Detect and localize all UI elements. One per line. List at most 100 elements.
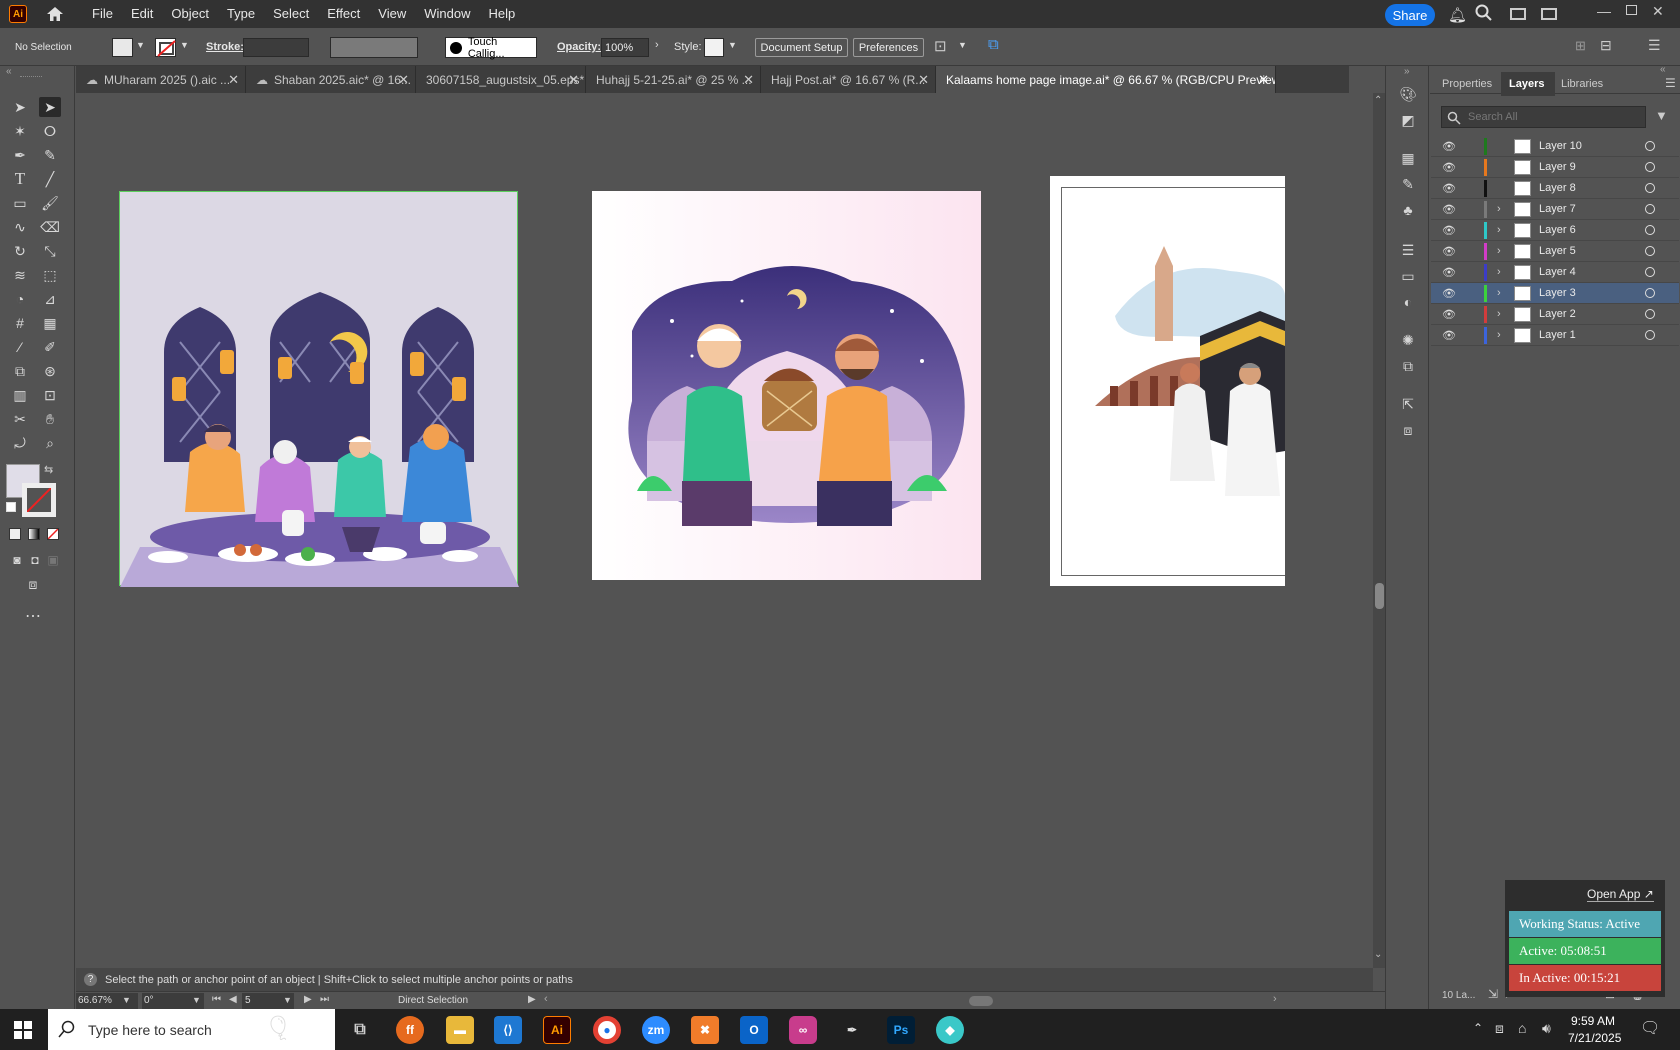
artboard-iftar[interactable] <box>119 191 519 587</box>
help-icon[interactable]: ? <box>84 973 97 986</box>
layer-name[interactable]: Layer 2 <box>1539 308 1576 320</box>
horizontal-scroll-thumb[interactable] <box>969 996 993 1006</box>
creative-cloud-icon[interactable]: ∞ <box>789 1016 817 1044</box>
line-tool-icon[interactable]: ╱ <box>39 169 61 189</box>
target-circle-icon[interactable] <box>1645 162 1655 172</box>
target-circle-icon[interactable] <box>1645 141 1655 151</box>
chevron-down-icon[interactable]: ▼ <box>283 995 292 1005</box>
rectangle-tool-icon[interactable]: ▭ <box>9 193 31 213</box>
target-circle-icon[interactable] <box>1645 267 1655 277</box>
close-icon[interactable]: ✕ <box>1258 72 1269 88</box>
layer-name[interactable]: Layer 10 <box>1539 140 1582 152</box>
chevron-down-icon[interactable]: ▼ <box>136 40 145 50</box>
windows-start-icon[interactable] <box>14 1021 32 1042</box>
default-colors-icon[interactable] <box>6 502 16 512</box>
expand-chevron-icon[interactable]: › <box>1497 224 1501 236</box>
chevron-right-icon[interactable]: › <box>655 39 659 51</box>
menu-type[interactable]: Type <box>218 0 264 28</box>
stroke-color-icon[interactable] <box>22 483 56 517</box>
stroke-weight-field[interactable] <box>243 38 309 57</box>
artboards-panel-icon[interactable]: ⧈ <box>1398 420 1418 440</box>
scale-tool-icon[interactable]: ⤡ <box>39 241 61 261</box>
panel-menu-icon[interactable]: ☰ <box>1648 37 1661 54</box>
slice-tool-icon[interactable]: ✂ <box>9 409 31 429</box>
layer-name[interactable]: Layer 3 <box>1539 287 1576 299</box>
layer-row[interactable]: 👁︎ › Layer 3 <box>1431 283 1679 304</box>
visibility-eye-icon[interactable]: 👁︎ <box>1442 266 1456 279</box>
layer-row[interactable]: 👁︎ › Layer 5 <box>1431 241 1679 262</box>
filter-icon[interactable]: ▼ <box>1655 108 1668 123</box>
rotate-view-tool-icon[interactable]: ⤾ <box>9 433 31 453</box>
menu-object[interactable]: Object <box>162 0 218 28</box>
next-artboard-icon[interactable]: ▶ <box>304 994 312 1005</box>
expand-chevron-icon[interactable]: › <box>1497 329 1501 341</box>
tray-app-icon[interactable]: ⧈ <box>1495 1020 1504 1037</box>
visibility-eye-icon[interactable]: 👁︎ <box>1442 182 1456 195</box>
layer-row[interactable]: 👁︎ › Layer 7 <box>1431 199 1679 220</box>
layer-name[interactable]: Layer 1 <box>1539 329 1576 341</box>
shape-builder-tool-icon[interactable]: ◔ <box>9 289 31 309</box>
selection-tool-icon[interactable]: ➤ <box>9 97 31 117</box>
recolor-artwork-icon[interactable]: ⧉ <box>988 36 999 53</box>
layer-row[interactable]: 👁︎ Layer 10 <box>1431 136 1679 157</box>
close-icon[interactable]: ✕ <box>568 72 579 88</box>
chevron-down-icon[interactable]: ▼ <box>728 40 737 50</box>
visibility-eye-icon[interactable]: 👁︎ <box>1442 140 1456 153</box>
export-icon[interactable]: ⇱ <box>1398 394 1418 414</box>
menu-edit[interactable]: Edit <box>122 0 162 28</box>
color-guide-icon[interactable]: ◩ <box>1398 110 1418 130</box>
opacity-label[interactable]: Opacity: <box>557 41 601 53</box>
search-icon[interactable] <box>1475 4 1493 25</box>
isolate-icon[interactable]: ⊞ <box>1575 38 1586 54</box>
eraser-tool-icon[interactable]: ⌫ <box>39 217 61 237</box>
chevron-down-icon[interactable]: ▼ <box>122 995 131 1005</box>
variable-width-profile[interactable] <box>330 37 418 58</box>
gradient-panel-icon[interactable]: ▭ <box>1398 266 1418 286</box>
visibility-eye-icon[interactable]: 👁︎ <box>1442 245 1456 258</box>
tab-kalaams-home[interactable]: Kalaams home page image.ai* @ 66.67 % (R… <box>936 66 1276 93</box>
gradient-mode-icon[interactable] <box>28 528 40 540</box>
mesh-tool-icon[interactable]: # <box>9 313 31 333</box>
chevron-down-icon[interactable]: ▼ <box>180 40 189 50</box>
expand-chevron-icon[interactable]: › <box>1497 287 1501 299</box>
lasso-tool-icon[interactable]: ⵔ <box>39 121 61 141</box>
xampp-icon[interactable]: ✖ <box>691 1016 719 1044</box>
bell-icon[interactable]: 🔔︎ <box>1448 6 1467 24</box>
pen-app-icon[interactable]: ✒ <box>838 1016 866 1044</box>
color-panel-icon[interactable]: 🎨︎ <box>1398 84 1418 104</box>
workspace-layout-icon[interactable] <box>1510 8 1526 20</box>
menu-help[interactable]: Help <box>479 0 524 28</box>
target-circle-icon[interactable] <box>1645 183 1655 193</box>
tab-hajj-post[interactable]: Hajj Post.ai* @ 16.67 % (R... ✕ <box>761 66 936 93</box>
illustrator-taskbar-icon[interactable]: Ai <box>543 1016 571 1044</box>
type-tool-icon[interactable]: T <box>9 169 31 189</box>
expand-chevron-icon[interactable]: › <box>1497 245 1501 257</box>
column-graph-tool-icon[interactable]: ▥ <box>9 385 31 405</box>
chevron-down-icon[interactable]: ▼ <box>958 40 967 50</box>
arrange-icon[interactable]: ⊟ <box>1600 37 1612 54</box>
layer-row[interactable]: 👁︎ › Layer 6 <box>1431 220 1679 241</box>
network-icon[interactable]: ⌂ <box>1518 1020 1526 1036</box>
home-icon[interactable] <box>45 5 65 23</box>
layer-name[interactable]: Layer 6 <box>1539 224 1576 236</box>
firefox-icon[interactable]: ff <box>396 1016 424 1044</box>
warp-tool-icon[interactable]: ≋ <box>9 265 31 285</box>
menu-file[interactable]: File <box>83 0 122 28</box>
layer-name[interactable]: Layer 5 <box>1539 245 1576 257</box>
chrome-icon[interactable]: ● <box>593 1016 621 1044</box>
volume-icon[interactable]: 🔊︎ <box>1542 1020 1551 1037</box>
clock-time[interactable]: 9:59 AM <box>1571 1014 1615 1028</box>
illustrator-logo-icon[interactable]: Ai <box>9 5 27 23</box>
scroll-thumb[interactable] <box>1375 583 1384 609</box>
restore-window-icon[interactable] <box>1626 5 1637 15</box>
target-circle-icon[interactable] <box>1645 204 1655 214</box>
draw-inside-icon[interactable]: ▣ <box>42 550 64 570</box>
artboard-hajj[interactable] <box>1050 176 1285 586</box>
align-icon[interactable]: ⊡ <box>934 37 947 55</box>
tab-muharam[interactable]: ☁ MUharam 2025 ().aic ... ✕ <box>76 66 246 93</box>
screen-mode-icon[interactable]: ⧈ <box>22 574 44 594</box>
appearance-icon[interactable]: ✺ <box>1398 330 1418 350</box>
graphic-styles-icon[interactable]: ⧉ <box>1398 356 1418 376</box>
menu-view[interactable]: View <box>369 0 415 28</box>
target-circle-icon[interactable] <box>1645 225 1655 235</box>
